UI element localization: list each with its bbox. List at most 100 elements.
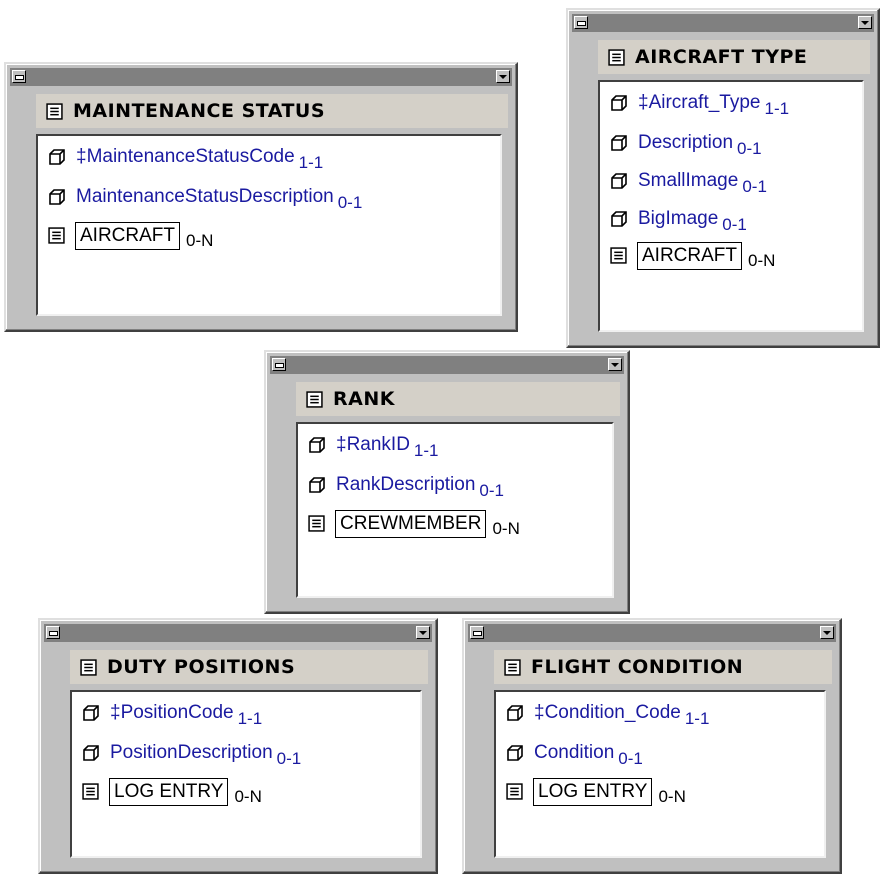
dropdown-arrow-icon[interactable] (496, 70, 510, 83)
attribute-row[interactable]: PositionDescription 0-1 (82, 742, 301, 768)
window-titlebar[interactable] (468, 624, 836, 642)
entity-icon (506, 783, 523, 800)
attribute-cardinality: 0-1 (742, 177, 767, 196)
attribute-icon (507, 745, 523, 761)
system-menu-icon[interactable] (12, 70, 26, 83)
relation-row[interactable]: CREWMEMBER 0-N (308, 510, 520, 538)
related-entity-box[interactable]: LOG ENTRY (109, 778, 229, 806)
relation-row[interactable]: AIRCRAFT 0-N (48, 222, 213, 250)
dropdown-arrow-icon[interactable] (608, 358, 622, 371)
attribute-row[interactable]: ‡PositionCode 1-1 (82, 702, 262, 728)
attribute-name: ‡Aircraft_Type (638, 92, 761, 113)
relation-cardinality: 0-N (186, 231, 214, 250)
entity-icon (306, 390, 323, 408)
attribute-row[interactable]: MaintenanceStatusDescription 0-1 (48, 186, 362, 212)
attribute-icon (83, 745, 99, 761)
attribute-name: ‡Condition_Code (534, 702, 681, 723)
entity-window-rank[interactable]: RANK ‡RankID 1-1 RankDescription 0-1 CRE… (264, 350, 630, 614)
attribute-cardinality: 0-1 (737, 139, 762, 158)
window-titlebar[interactable] (270, 356, 624, 374)
attribute-cardinality: 1-1 (684, 709, 710, 728)
attribute-icon (507, 705, 523, 721)
attribute-cardinality: 1-1 (413, 441, 439, 460)
attribute-cardinality: 0-1 (479, 481, 504, 500)
attribute-cardinality: 0-1 (618, 749, 643, 768)
entity-body: ‡PositionCode 1-1 PositionDescription 0-… (70, 690, 422, 858)
attribute-name: Condition (534, 742, 615, 763)
entity-header: AIRCRAFT TYPE (598, 40, 870, 74)
entity-title: RANK (333, 388, 395, 410)
attribute-cardinality: 1-1 (298, 153, 324, 172)
attribute-row[interactable]: ‡RankID 1-1 (308, 434, 439, 460)
entity-icon (308, 515, 325, 532)
attribute-name: ‡RankID (336, 434, 410, 455)
related-entity-box[interactable]: AIRCRAFT (75, 222, 180, 250)
attribute-icon (611, 211, 627, 227)
attribute-icon (49, 149, 65, 165)
relation-row[interactable]: LOG ENTRY 0-N (506, 778, 686, 806)
dropdown-arrow-icon[interactable] (858, 16, 872, 29)
window-titlebar[interactable] (10, 68, 512, 86)
attribute-name: MaintenanceStatusDescription (76, 186, 334, 207)
entity-window-maintenance-status[interactable]: MAINTENANCE STATUS ‡MaintenanceStatusCod… (4, 62, 518, 332)
attribute-icon (611, 173, 627, 189)
attribute-cardinality: 1-1 (764, 99, 790, 118)
system-menu-icon[interactable] (46, 626, 60, 639)
entity-title: DUTY POSITIONS (107, 656, 296, 678)
entity-icon (504, 658, 521, 676)
system-menu-icon[interactable] (470, 626, 484, 639)
attribute-row[interactable]: RankDescription 0-1 (308, 474, 504, 500)
attribute-icon (611, 135, 627, 151)
attribute-row[interactable]: ‡Aircraft_Type 1-1 (610, 92, 789, 118)
relation-cardinality: 0-N (748, 251, 776, 270)
entity-icon (608, 48, 625, 66)
entity-body: ‡MaintenanceStatusCode 1-1 MaintenanceSt… (36, 134, 502, 316)
entity-header: MAINTENANCE STATUS (36, 94, 508, 128)
entity-icon (82, 783, 99, 800)
entity-header: FLIGHT CONDITION (494, 650, 832, 684)
entity-icon (80, 658, 97, 676)
entity-title: MAINTENANCE STATUS (73, 100, 326, 122)
system-menu-icon[interactable] (574, 16, 588, 29)
attribute-cardinality: 0-1 (337, 193, 363, 212)
entity-body: ‡Aircraft_Type 1-1 Description 0-1 Small… (598, 80, 864, 332)
attribute-name: RankDescription (336, 474, 476, 495)
related-entity-box[interactable]: AIRCRAFT (637, 242, 742, 270)
attribute-cardinality: 0-1 (276, 749, 302, 768)
attribute-row[interactable]: Description 0-1 (610, 132, 762, 158)
entity-body: ‡Condition_Code 1-1 Condition 0-1 LOG EN… (494, 690, 826, 858)
attribute-row[interactable]: Condition 0-1 (506, 742, 643, 768)
entity-title: AIRCRAFT TYPE (635, 46, 808, 68)
attribute-name: ‡MaintenanceStatusCode (76, 146, 295, 167)
entity-body: ‡RankID 1-1 RankDescription 0-1 CREWMEMB… (296, 422, 614, 598)
entity-header: RANK (296, 382, 620, 416)
attribute-row[interactable]: BigImage 0-1 (610, 208, 747, 234)
related-entity-box[interactable]: LOG ENTRY (533, 778, 653, 806)
attribute-row[interactable]: SmallImage 0-1 (610, 170, 767, 196)
attribute-name: SmallImage (638, 170, 739, 191)
entity-window-flight-condition[interactable]: FLIGHT CONDITION ‡Condition_Code 1-1 Con… (462, 618, 842, 874)
related-entity-box[interactable]: CREWMEMBER (335, 510, 487, 538)
attribute-cardinality: 0-1 (722, 215, 747, 234)
relation-row[interactable]: AIRCRAFT 0-N (610, 242, 775, 270)
entity-window-duty-positions[interactable]: DUTY POSITIONS ‡PositionCode 1-1 Positio… (38, 618, 438, 874)
entity-window-aircraft-type[interactable]: AIRCRAFT TYPE ‡Aircraft_Type 1-1 Descrip… (566, 8, 880, 348)
attribute-icon (309, 477, 325, 493)
window-titlebar[interactable] (572, 14, 874, 32)
relation-cardinality: 0-N (658, 787, 686, 806)
attribute-icon (611, 95, 627, 111)
attribute-row[interactable]: ‡MaintenanceStatusCode 1-1 (48, 146, 323, 172)
relation-row[interactable]: LOG ENTRY 0-N (82, 778, 262, 806)
window-titlebar[interactable] (44, 624, 432, 642)
attribute-row[interactable]: ‡Condition_Code 1-1 (506, 702, 709, 728)
entity-icon (48, 227, 65, 244)
attribute-name: ‡PositionCode (110, 702, 234, 723)
entity-icon (46, 102, 63, 120)
attribute-icon (83, 705, 99, 721)
relation-cardinality: 0-N (234, 787, 262, 806)
dropdown-arrow-icon[interactable] (416, 626, 430, 639)
attribute-cardinality: 1-1 (237, 709, 263, 728)
dropdown-arrow-icon[interactable] (820, 626, 834, 639)
relation-cardinality: 0-N (492, 519, 520, 538)
system-menu-icon[interactable] (272, 358, 286, 371)
